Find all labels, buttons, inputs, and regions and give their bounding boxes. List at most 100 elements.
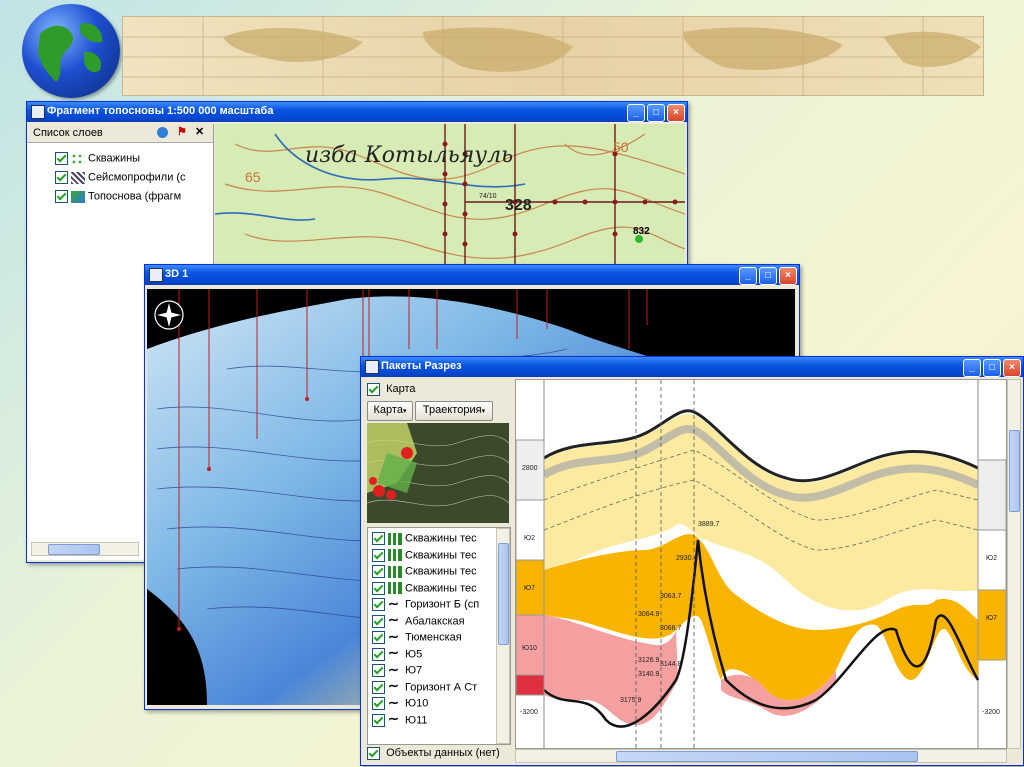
layer-checkbox[interactable] (55, 190, 68, 203)
top-left-label: 2800 (522, 465, 538, 472)
section-layer-item[interactable]: Скважины тес (372, 532, 477, 548)
layer-label: Сейсмопрофили (с (88, 171, 186, 184)
horizon-icon: ∼ (388, 661, 399, 677)
section-layer-item[interactable]: Скважины тес (372, 565, 477, 581)
layer-item[interactable]: Скважины (55, 152, 140, 168)
window-3d-icon (149, 268, 163, 282)
data-objects-checkbox[interactable] (367, 747, 380, 760)
value-3064: 3064.9 (638, 611, 660, 618)
map-checkbox-row[interactable]: Карта (367, 383, 416, 396)
maximize-button[interactable]: □ (759, 267, 777, 285)
cross-section-chart[interactable]: -3200 -3200 2800 Ю2 Ю7 Ю10 Ю7 Ю2 3889.7 … (515, 379, 1007, 749)
topo-base-icon (71, 190, 85, 203)
section-layer-label: Абалакская (405, 614, 465, 627)
section-layer-item[interactable]: ∼ Тюменская (372, 628, 462, 647)
yu7-left-label: Ю7 (524, 585, 535, 592)
yu2-right-label: Ю2 (986, 555, 997, 562)
layer-item[interactable]: Сейсмопрофили (с (55, 171, 186, 187)
section-layer-checkbox[interactable] (372, 532, 385, 545)
minimize-button[interactable]: _ (963, 359, 981, 377)
map-window-icon (31, 105, 45, 119)
map-checkbox[interactable] (367, 383, 380, 396)
map-window-titlebar[interactable]: Фрагмент топосновы 1:500 000 масштаба _ … (27, 102, 687, 122)
layer-checkbox[interactable] (55, 171, 68, 184)
topographic-map[interactable]: изба Котыльяуль 328 832 50 65 74/10 (215, 124, 685, 264)
minimize-button[interactable]: _ (627, 104, 645, 122)
globe-icon[interactable] (157, 127, 168, 138)
scrollbar-thumb[interactable] (1009, 430, 1020, 512)
section-layer-checkbox[interactable] (372, 697, 385, 710)
well-icon (388, 565, 402, 578)
section-layer-checkbox[interactable] (372, 614, 385, 628)
section-layer-item[interactable]: ∼ Ю10 (372, 696, 428, 713)
horizon-icon: ∼ (388, 711, 399, 726)
flag-icon[interactable]: ⚑ (177, 125, 187, 138)
section-layer-item[interactable]: ∼ Ю11 (372, 711, 428, 730)
yu10-label: Ю10 (522, 645, 537, 652)
globe-logo (22, 4, 120, 98)
horizon-icon: ∼ (388, 595, 399, 611)
scrollbar-thumb[interactable] (616, 751, 918, 762)
compass-icon[interactable] (153, 299, 185, 331)
section-window-titlebar[interactable]: Пакеты Разрез _ □ × (361, 357, 1023, 377)
yu2-left-label: Ю2 (524, 535, 535, 542)
section-vertical-scrollbar[interactable] (1007, 379, 1021, 749)
value-3175: 3175.9 (620, 697, 642, 704)
horizon-icon: ∼ (388, 628, 399, 644)
data-objects-label: Объекты данных (нет) (386, 747, 500, 760)
section-layer-checkbox[interactable] (372, 565, 385, 578)
window-3d-titlebar[interactable]: 3D 1 _ □ × (145, 265, 799, 285)
scrollbar-thumb[interactable] (48, 544, 100, 555)
section-layer-checkbox[interactable] (372, 664, 385, 677)
well-icon (388, 549, 402, 561)
section-horizontal-scrollbar[interactable] (515, 749, 1007, 763)
value-3063: 3063.7 (660, 593, 682, 600)
layer-checkbox[interactable] (55, 152, 68, 165)
section-layer-checkbox[interactable] (372, 598, 385, 611)
maximize-button[interactable]: □ (647, 104, 665, 122)
section-window-icon (365, 360, 379, 374)
close-button[interactable]: × (1003, 359, 1021, 377)
section-layer-item[interactable]: Скважины тес (372, 548, 477, 565)
wells-icon (71, 152, 85, 165)
close-button[interactable]: × (667, 104, 685, 122)
close-panel-icon[interactable]: ✕ (195, 125, 204, 138)
well-icon (388, 582, 402, 594)
section-layer-checkbox[interactable] (372, 713, 385, 727)
map-dropdown-button[interactable]: Карта▾ (367, 401, 413, 421)
trajectory-dropdown-button[interactable]: Траектория▾ (415, 401, 493, 421)
horizon-icon: ∼ (388, 612, 399, 627)
section-window[interactable]: Пакеты Разрез _ □ × Карта Карта▾ Траекто… (360, 356, 1024, 766)
horizon-icon: ∼ (388, 645, 399, 660)
minimap[interactable] (367, 423, 509, 523)
scrollbar-thumb[interactable] (498, 543, 509, 645)
vertical-scrollbar[interactable] (496, 528, 510, 744)
horizontal-scrollbar[interactable] (31, 542, 139, 556)
map-place-label: изба Котыльяуль (305, 143, 513, 168)
well-icon (388, 532, 402, 545)
section-layer-item[interactable]: ∼ Абалакская (372, 612, 465, 631)
layers-panel-header: Список слоев ⚑ ✕ (27, 124, 213, 143)
section-layer-label: Скважины тес (405, 581, 477, 594)
value-3126: 3126.9 (638, 657, 660, 664)
value-2930: 2930.4 (676, 555, 698, 562)
data-objects-row[interactable]: Объекты данных (нет) (367, 747, 500, 760)
value-3140: 3140.9 (638, 671, 660, 678)
map-checkbox-label: Карта (386, 383, 416, 396)
minimize-button[interactable]: _ (739, 267, 757, 285)
layers-panel-title: Список слоев (33, 127, 103, 139)
section-layer-checkbox[interactable] (372, 548, 385, 562)
close-button[interactable]: × (779, 267, 797, 285)
map-number-7410: 74/10 (479, 193, 497, 200)
section-layer-label: Горизонт А Ст (405, 680, 478, 693)
layer-item[interactable]: Топоснова (фрагм (55, 190, 181, 206)
section-layer-label: Скважины тес (405, 565, 477, 578)
section-layer-checkbox[interactable] (372, 631, 385, 644)
maximize-button[interactable]: □ (983, 359, 1001, 377)
section-layers-list: Скважины тес Скважины тес Скважины тес Сква… (367, 527, 511, 745)
value-3144: 3144.8 (660, 661, 682, 668)
map-number-50: 50 (613, 139, 629, 155)
section-layer-checkbox[interactable] (372, 680, 385, 694)
section-layer-checkbox[interactable] (372, 647, 385, 661)
section-layer-checkbox[interactable] (372, 581, 385, 595)
